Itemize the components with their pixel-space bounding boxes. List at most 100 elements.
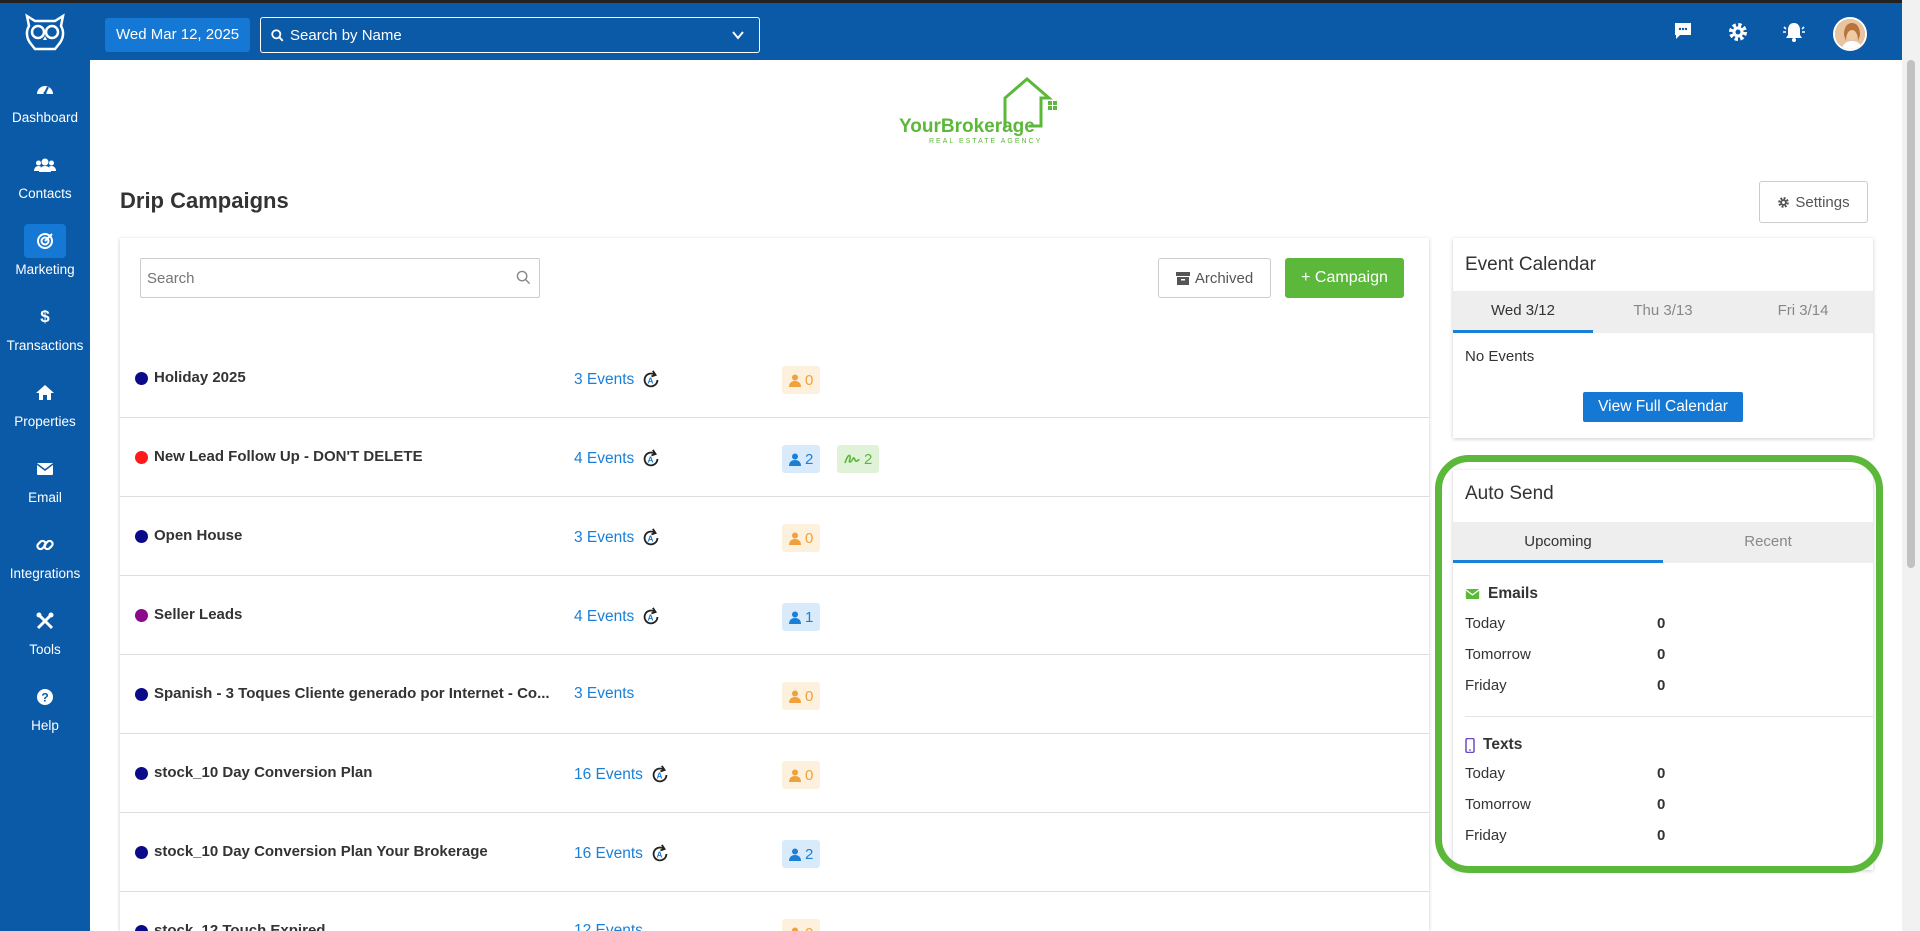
gauge-icon [37, 85, 53, 94]
page-scrollbar[interactable] [1902, 0, 1920, 931]
campaign-row[interactable]: Spanish - 3 Toques Cliente generado por … [120, 655, 1429, 734]
sidebar-item-label: Integrations [9, 565, 81, 581]
archived-button[interactable]: Archived [1158, 258, 1271, 298]
campaign-color-dot [135, 846, 148, 859]
campaign-count-badge[interactable]: 2 [782, 445, 821, 473]
sidebar-item-integrations[interactable]: Integrations [0, 516, 90, 592]
campaign-events-link[interactable]: 4 Events A [574, 448, 662, 470]
gear-icon[interactable] [1727, 21, 1749, 43]
tab-wed[interactable]: Wed 3/12 [1453, 291, 1593, 333]
logo-tagline: REAL ESTATE AGENCY [929, 138, 1043, 145]
campaign-count-badge[interactable]: 0 [782, 761, 821, 789]
envelope-icon [36, 462, 54, 475]
campaign-events-link[interactable]: 3 Events A [574, 527, 662, 549]
svg-text:?: ? [41, 690, 48, 704]
home-icon [36, 385, 54, 400]
campaign-events-link[interactable]: 3 Events [574, 685, 634, 703]
campaign-count-badge[interactable]: 0 [782, 524, 821, 552]
sidebar-item-label: Help [31, 717, 59, 733]
campaign-row[interactable]: stock_12 Touch Expired 12 Events 0 [120, 892, 1429, 931]
target-icon [37, 232, 53, 249]
auto-cycle-icon: A [652, 765, 668, 783]
campaign-name[interactable]: Open House [154, 527, 554, 544]
sidebar-item-label: Marketing [15, 261, 75, 277]
campaign-color-dot [135, 925, 148, 931]
campaign-count-badge[interactable]: 2 [837, 445, 880, 473]
user-icon [789, 532, 801, 545]
sidebar-item-dashboard[interactable]: Dashboard [0, 60, 90, 136]
campaign-row[interactable]: stock_10 Day Conversion Plan Your Broker… [120, 813, 1429, 892]
event-calendar-title: Event Calendar [1465, 254, 1596, 275]
search-icon [516, 270, 531, 285]
campaign-name[interactable]: stock_10 Day Conversion Plan Your Broker… [154, 843, 554, 860]
campaign-events-link[interactable]: 12 Events [574, 922, 643, 931]
sidebar-item-help[interactable]: ? Help [0, 668, 90, 744]
campaign-name[interactable]: New Lead Follow Up - DON'T DELETE [154, 448, 554, 465]
campaign-name[interactable]: stock_12 Touch Expired [154, 922, 554, 931]
campaign-events-link[interactable]: 3 Events A [574, 369, 662, 391]
campaign-count-badge[interactable]: 0 [782, 682, 821, 710]
settings-label: Settings [1795, 193, 1850, 211]
campaign-count-badge[interactable]: 0 [782, 919, 821, 931]
campaign-count-badge[interactable]: 0 [782, 366, 821, 394]
question-icon: ? [37, 688, 53, 705]
auto-cycle-icon: A [643, 370, 659, 388]
campaign-events-link[interactable]: 16 Events A [574, 764, 671, 786]
user-icon [789, 611, 801, 624]
add-campaign-button[interactable]: + Campaign [1285, 258, 1404, 298]
user-icon [789, 453, 801, 466]
sidebar-item-label: Email [28, 489, 62, 505]
campaign-events-link[interactable]: 16 Events A [574, 843, 671, 865]
campaign-row[interactable]: Holiday 2025 3 Events A 0 [120, 339, 1429, 418]
page-title: Drip Campaigns [120, 188, 289, 213]
tab-thu[interactable]: Thu 3/13 [1593, 291, 1733, 333]
settings-button[interactable]: Settings [1759, 181, 1868, 223]
bell-icon[interactable] [1781, 21, 1807, 43]
auto-cycle-icon: A [652, 844, 668, 862]
campaign-name[interactable]: stock_10 Day Conversion Plan [154, 764, 554, 781]
auto-cycle-icon: A [643, 449, 659, 467]
app-logo-owl[interactable] [0, 3, 90, 60]
svg-text:A: A [648, 535, 654, 544]
sidebar-item-label: Tools [29, 641, 61, 657]
user-icon [789, 374, 801, 387]
sidebar-item-marketing[interactable]: Marketing [0, 212, 90, 288]
sidebar-item-properties[interactable]: Properties [0, 364, 90, 440]
svg-text:A: A [648, 377, 654, 386]
logo-name: YourBrokerage [899, 116, 1035, 137]
search-icon [271, 28, 284, 41]
tools-icon [36, 612, 54, 629]
chat-icon[interactable] [1673, 21, 1693, 41]
campaign-name[interactable]: Spanish - 3 Toques Cliente generado por … [154, 685, 554, 702]
sidebar-item-contacts[interactable]: Contacts [0, 136, 90, 212]
campaign-name[interactable]: Holiday 2025 [154, 369, 554, 386]
auto-cycle-icon: A [643, 528, 659, 546]
campaign-row[interactable]: stock_10 Day Conversion Plan 16 Events A 0 [120, 734, 1429, 813]
campaign-row[interactable]: Seller Leads 4 Events A 1 [120, 576, 1429, 655]
view-full-calendar-button[interactable]: View Full Calendar [1583, 392, 1743, 422]
tab-fri[interactable]: Fri 3/14 [1733, 291, 1873, 333]
campaign-search-input[interactable] [140, 258, 540, 298]
sidebar-item-email[interactable]: Email [0, 440, 90, 516]
scrollbar-thumb[interactable] [1907, 60, 1915, 568]
campaign-name[interactable]: Seller Leads [154, 606, 554, 623]
campaign-row[interactable]: New Lead Follow Up - DON'T DELETE 4 Event… [120, 418, 1429, 497]
search-placeholder: Search by Name [290, 26, 402, 44]
user-icon [789, 848, 801, 861]
campaign-color-dot [135, 451, 148, 464]
date-button[interactable]: Wed Mar 12, 2025 [105, 18, 251, 52]
sidebar-item-transactions[interactable]: $ Transactions [0, 288, 90, 364]
gear-icon [1778, 196, 1790, 208]
contact-search-select[interactable]: Search by Name [260, 17, 760, 53]
campaign-events-link[interactable]: 4 Events A [574, 606, 662, 628]
campaign-row[interactable]: Open House 3 Events A 0 [120, 497, 1429, 576]
user-avatar[interactable] [1833, 17, 1867, 51]
svg-text:A: A [656, 772, 662, 781]
user-icon [792, 927, 798, 931]
user-icon [789, 690, 801, 703]
campaign-count-badge[interactable]: 1 [782, 603, 821, 631]
auto-cycle-icon: A [643, 607, 659, 625]
chevron-down-icon [732, 31, 744, 40]
sidebar-item-tools[interactable]: Tools [0, 592, 90, 668]
campaign-count-badge[interactable]: 2 [782, 840, 821, 868]
